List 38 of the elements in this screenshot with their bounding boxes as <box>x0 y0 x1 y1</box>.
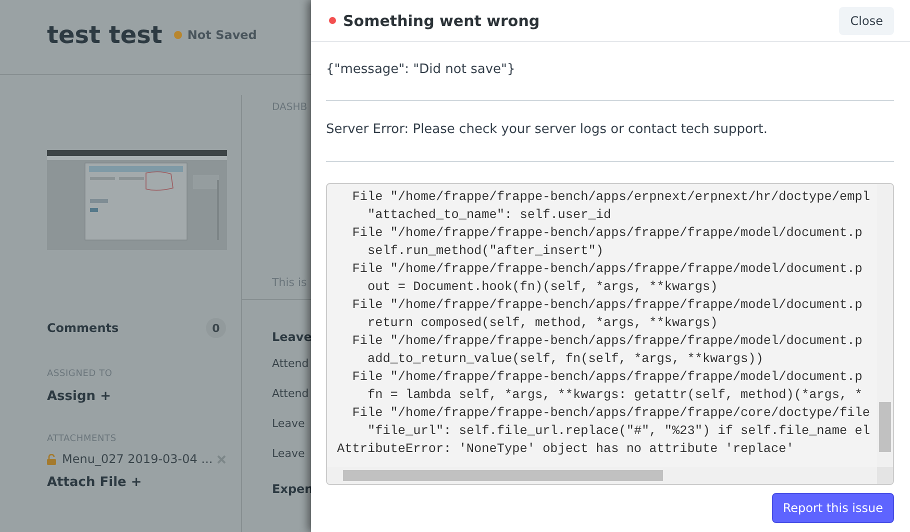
traceback-line: File "/home/frappe/frappe-bench/apps/erpnext/erpnext/hr/doctype/empl <box>352 189 870 204</box>
remove-icon[interactable] <box>217 454 226 464</box>
traceback-line: "file_url": self.file_url.replace("#", "%23") if self.file_name el <box>367 423 870 438</box>
attachment-link[interactable]: Menu_027 2019-03-04 ... <box>62 452 213 466</box>
traceback-line: File "/home/frappe/frappe-bench/apps/frappe/frappe/model/document.p <box>352 369 862 384</box>
traceback-line: self.run_method("after_insert") <box>367 243 604 258</box>
section-title: Leave <box>272 330 312 344</box>
page-title: test test <box>47 21 162 49</box>
traceback-line: File "/home/frappe/frappe-bench/apps/frappe/frappe/model/document.p <box>352 297 862 312</box>
attach-file-link[interactable]: Attach File + <box>47 475 142 490</box>
unlocked-padlock-icon <box>47 454 56 464</box>
status-dot <box>174 31 182 39</box>
scrollbar-corner <box>877 467 893 484</box>
dashboard-link[interactable]: Leave <box>272 417 305 430</box>
traceback-line: AttributeError: 'NoneType' object has no attribute 'replace' <box>337 441 794 456</box>
traceback-line: "attached_to_name": self.user_id <box>367 207 612 222</box>
dashboard-link[interactable]: Attend <box>272 357 309 370</box>
error-message: {"message": "Did not save"} <box>326 62 516 77</box>
dashboard-link[interactable]: Leave <box>272 447 305 460</box>
report-issue-button[interactable]: Report this issue <box>772 493 894 523</box>
dashboard-link[interactable]: Attend <box>272 387 309 400</box>
close-button[interactable]: Close <box>839 6 894 34</box>
section-title: Expen <box>272 482 314 496</box>
traceback-line: fn = lambda self, *args, **kwargs: getattr(self, method)(*args, * <box>367 387 862 402</box>
traceback-line: out = Document.hook(fn)(self, *args, **kwargs) <box>367 279 718 294</box>
error-dot <box>329 17 336 24</box>
server-error-text: Server Error: Please check your server logs or contact tech support. <box>326 122 768 137</box>
assign-link[interactable]: Assign + <box>47 389 111 404</box>
dialog-title: Something went wrong <box>343 12 541 30</box>
traceback-line: File "/home/frappe/frappe-bench/apps/frappe/frappe/model/document.p <box>352 225 862 240</box>
traceback-line: File "/home/frappe/frappe-bench/apps/frappe/frappe/model/document.p <box>352 261 862 276</box>
comments-label: Comments <box>47 321 119 335</box>
traceback-line: add_to_return_value(self, fn(self, *args, **kwargs)) <box>367 351 764 366</box>
traceback-line: File "/home/frappe/frappe-bench/apps/frappe/frappe/model/document.p <box>352 333 862 348</box>
traceback-line: File "/home/frappe/frappe-bench/apps/frappe/frappe/core/doctype/file <box>352 405 870 420</box>
status-label: Not Saved <box>187 28 257 42</box>
comment-count: 0 <box>206 318 226 338</box>
traceback-line: return composed(self, method, *args, **kwargs) <box>367 315 718 330</box>
